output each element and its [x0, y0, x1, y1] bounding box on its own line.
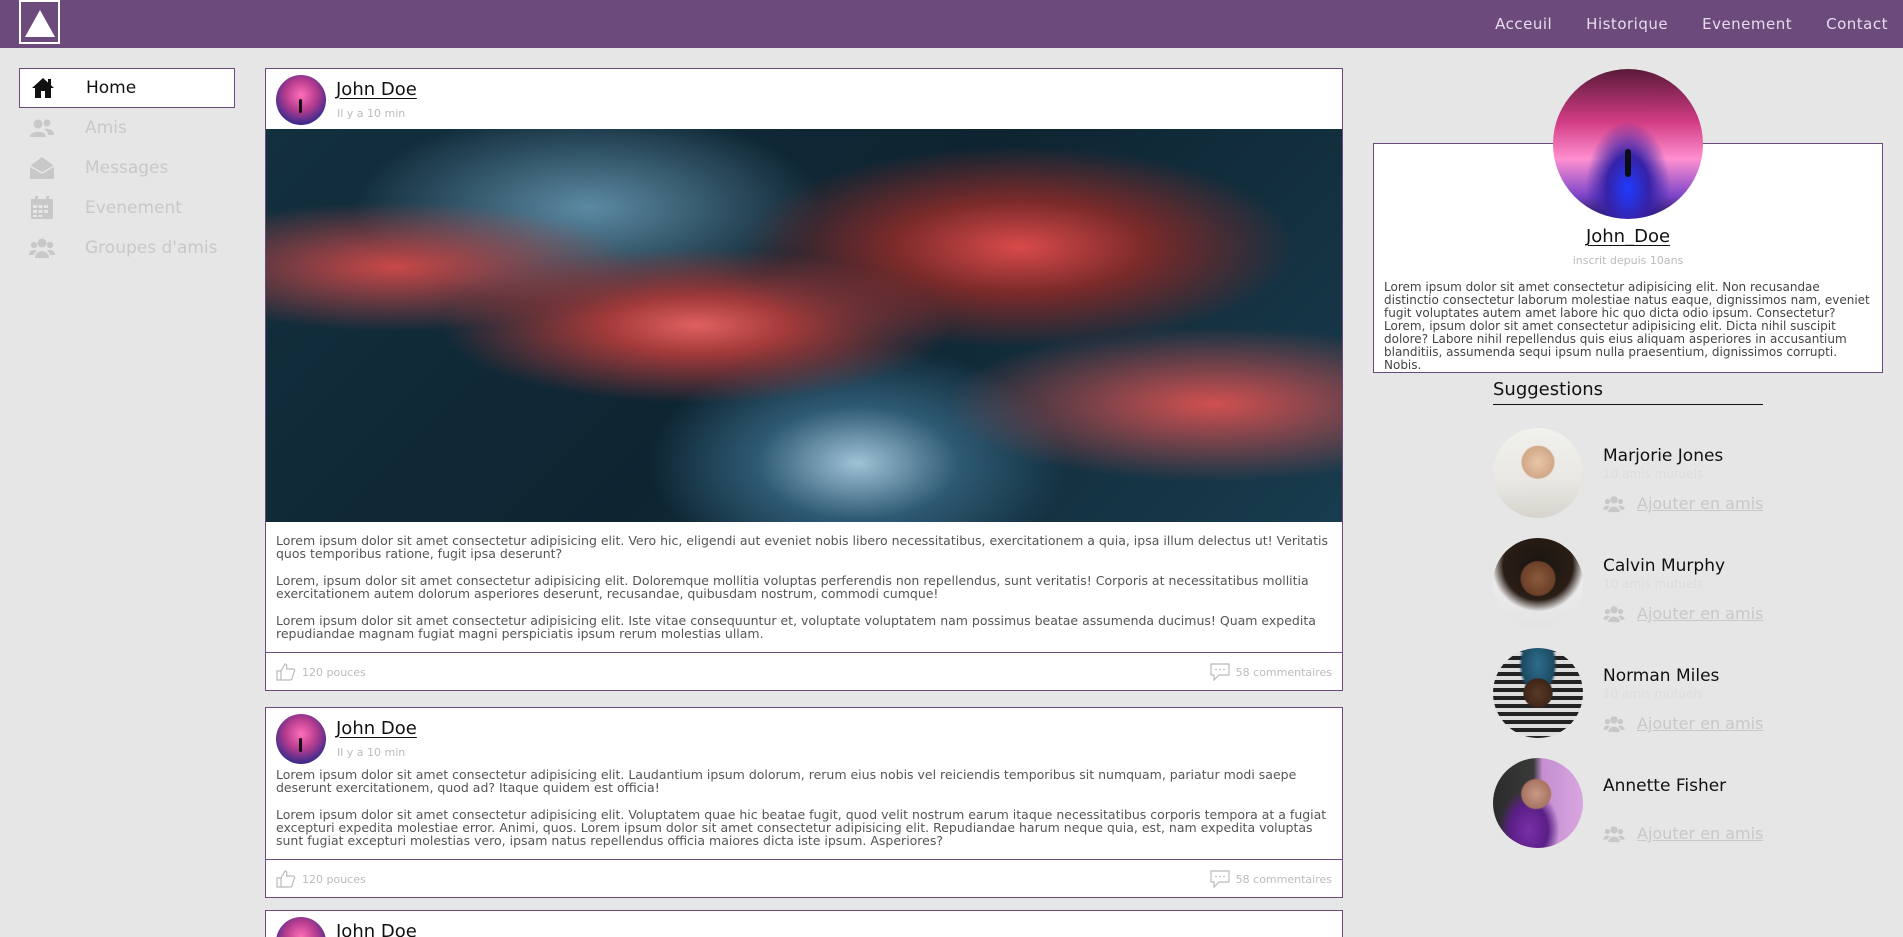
comments-button[interactable]: 58 commentaires [1210, 870, 1332, 888]
group-icon [1603, 605, 1625, 622]
add-friend-label: Ajouter en amis [1637, 494, 1764, 513]
nav-contact[interactable]: Contact [1826, 15, 1888, 33]
logo[interactable] [19, 0, 60, 44]
home-icon [30, 76, 56, 100]
likes-count: 120 pouces [302, 872, 366, 886]
comments-button[interactable]: 58 commentaires [1210, 663, 1332, 681]
calendar-icon [29, 196, 55, 220]
sidebar-item-evenement[interactable]: Evenement [19, 188, 235, 228]
suggestion-name[interactable]: Norman Miles [1603, 666, 1719, 686]
nav-acceuil[interactable]: Acceuil [1495, 15, 1552, 33]
profile-bio: Lorem ipsum dolor sit amet consectetur a… [1384, 280, 1870, 372]
post-card: John Doe Il y a 10 min Lorem ipsum dolor… [265, 707, 1343, 898]
sidebar-item-label: Messages [85, 158, 169, 178]
suggestion-mutual: 10 amis mutuels [1603, 467, 1704, 481]
post-author[interactable]: John Doe [336, 718, 417, 739]
post-paragraph: Lorem, ipsum dolor sit amet consectetur … [276, 573, 1309, 601]
group-icon [1603, 715, 1625, 732]
top-navbar: Acceuil Historique Evenement Contact [0, 0, 1903, 48]
suggestion-item: Norman Miles 10 amis mutuels Ajouter en … [1493, 648, 1793, 740]
add-friend-button[interactable]: Ajouter en amis [1603, 714, 1763, 733]
sidebar-item-home[interactable]: Home [19, 68, 235, 108]
thumbs-up-icon [276, 663, 296, 681]
sidebar-item-label: Groupes d'amis [85, 238, 218, 258]
group-icon [1603, 825, 1625, 842]
post-author[interactable]: John Doe [336, 921, 417, 937]
add-friend-label: Ajouter en amis [1637, 824, 1764, 843]
group-icon [29, 236, 55, 260]
post-card: John Doe Il y a 10 min Lorem ipsum dolor… [265, 68, 1343, 691]
sidebar-item-messages[interactable]: Messages [19, 148, 235, 188]
users-icon [29, 116, 55, 140]
suggestions-title: Suggestions [1493, 379, 1763, 405]
sidebar-item-amis[interactable]: Amis [19, 108, 235, 148]
add-friend-button[interactable]: Ajouter en amis [1603, 494, 1763, 513]
post-paragraph: Lorem ipsum dolor sit amet consectetur a… [276, 533, 1328, 561]
post-header: John Doe Il y a 10 min [266, 708, 1342, 768]
add-friend-button[interactable]: Ajouter en amis [1603, 824, 1763, 843]
thumbs-up-icon [276, 870, 296, 888]
profile-since: inscrit depuis 10ans [1572, 254, 1684, 267]
nav-evenement[interactable]: Evenement [1702, 15, 1792, 33]
post-paragraph: Lorem ipsum dolor sit amet consectetur a… [276, 807, 1327, 848]
avatar[interactable] [276, 75, 326, 125]
suggestion-name[interactable]: Calvin Murphy [1603, 556, 1725, 576]
post-footer: 120 pouces 58 commentaires [266, 859, 1342, 897]
main-nav: Acceuil Historique Evenement Contact [1495, 0, 1903, 48]
group-icon [1603, 495, 1625, 512]
triangle-logo-icon [25, 10, 55, 37]
post-time: Il y a 10 min [337, 107, 406, 120]
avatar[interactable] [1493, 648, 1583, 738]
post-header: John Doe [266, 911, 1342, 937]
comments-count: 58 commentaires [1235, 872, 1332, 886]
add-friend-label: Ajouter en amis [1637, 714, 1764, 733]
avatar[interactable] [1493, 538, 1583, 628]
post-time: Il y a 10 min [337, 746, 406, 759]
post-paragraph: Lorem ipsum dolor sit amet consectetur a… [276, 613, 1316, 641]
avatar[interactable] [276, 714, 326, 764]
sidebar-item-label: Home [86, 78, 137, 98]
comments-count: 58 commentaires [1235, 665, 1332, 679]
sidebar-item-groupes[interactable]: Groupes d'amis [19, 228, 235, 268]
post-body: Lorem ipsum dolor sit amet consectetur a… [266, 522, 1342, 652]
profile-name[interactable]: John_Doe [1374, 226, 1882, 247]
post-footer: 120 pouces 58 commentaires [266, 652, 1342, 690]
like-button[interactable]: 120 pouces [276, 870, 366, 888]
comment-icon [1210, 663, 1230, 681]
likes-count: 120 pouces [302, 665, 366, 679]
profile-avatar[interactable] [1553, 69, 1703, 219]
post-image [266, 129, 1342, 522]
post-author[interactable]: John Doe [336, 79, 417, 100]
post-body: Lorem ipsum dolor sit amet consectetur a… [266, 768, 1342, 859]
suggestion-item: Calvin Murphy 10 amis mutuels Ajouter en… [1493, 538, 1793, 630]
comment-icon [1210, 870, 1230, 888]
sidebar: Home Amis Messages Evenement Groupes d'a… [19, 68, 235, 268]
suggestion-name[interactable]: Annette Fisher [1603, 776, 1726, 796]
sidebar-item-label: Evenement [85, 198, 182, 218]
add-friend-label: Ajouter en amis [1637, 604, 1764, 623]
sidebar-item-label: Amis [85, 118, 127, 138]
avatar[interactable] [1493, 428, 1583, 518]
suggestion-item: Marjorie Jones 10 amis mutuels Ajouter e… [1493, 428, 1793, 520]
suggestion-mutual: 10 amis mutuels [1603, 687, 1704, 701]
post-paragraph: Lorem ipsum dolor sit amet consectetur a… [276, 767, 1297, 795]
suggestion-name[interactable]: Marjorie Jones [1603, 446, 1723, 466]
post-header: John Doe Il y a 10 min [266, 69, 1342, 129]
envelope-icon [29, 156, 55, 180]
nav-historique[interactable]: Historique [1586, 15, 1668, 33]
post-card: John Doe [265, 910, 1343, 937]
suggestion-item: Annette Fisher Ajouter en amis [1493, 758, 1793, 850]
like-button[interactable]: 120 pouces [276, 663, 366, 681]
avatar[interactable] [1493, 758, 1583, 848]
avatar[interactable] [276, 917, 326, 937]
suggestion-mutual: 10 amis mutuels [1603, 577, 1704, 591]
add-friend-button[interactable]: Ajouter en amis [1603, 604, 1763, 623]
